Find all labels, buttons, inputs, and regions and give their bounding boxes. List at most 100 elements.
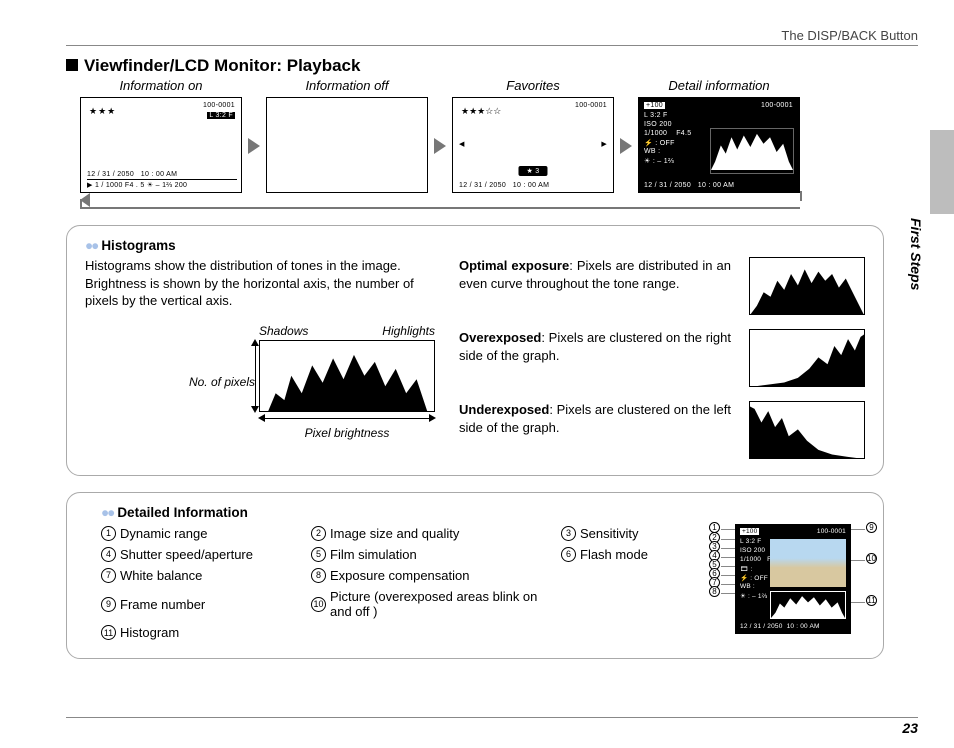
label-bold: Overexposed	[459, 330, 541, 345]
nav-right-icon: ▶	[601, 140, 607, 148]
ec-text: ☀ : – 1⅔	[644, 157, 674, 165]
mode-badge: L 3:2 F	[207, 112, 235, 119]
circled-number-icon: 2	[311, 526, 326, 541]
flash-text: ⚡ : OFF	[740, 574, 768, 582]
mode-text: L 3:2 F	[644, 112, 668, 119]
bubble-icon: ●●	[101, 505, 113, 520]
picture-preview	[770, 539, 846, 587]
panel-heading: ●●Histograms	[85, 238, 865, 253]
side-tab: First Steps	[908, 218, 924, 290]
shadows-label: Shadows	[259, 324, 308, 338]
ec-text: ☀ : – 1⅔	[740, 592, 767, 600]
list-item: 8 Exposure compensation	[311, 566, 561, 584]
histogram-box	[259, 340, 435, 412]
frame-number: 100-0001	[203, 102, 235, 109]
list-item: 4 Shutter speed/aperture	[101, 545, 311, 563]
list-item-label: Film simulation	[330, 547, 417, 562]
rating-stars: ★★★☆☆	[461, 106, 501, 117]
list-item-label: Frame number	[120, 597, 205, 612]
list-item-label: Picture (overexposed areas blink on and …	[330, 589, 561, 619]
horizontal-arrow-icon	[259, 414, 435, 422]
screen-label: Detail information	[668, 78, 769, 93]
screen-favorites: Favorites ★★★☆☆ 100-0001 ◀ ▶ ★ 3 12 / 31…	[452, 78, 614, 193]
list-item-label: Exposure compensation	[330, 568, 469, 583]
date-text: 12 / 31 / 2050 10 : 00 AM	[87, 171, 177, 178]
circled-number-icon: 8	[311, 568, 326, 583]
detailed-list: 1 Dynamic range 2 Image size and quality 3Se…	[101, 524, 711, 642]
list-item: 3Sensitivity	[561, 524, 711, 542]
circled-number-icon: 3	[561, 526, 576, 541]
screen-thumbnail: ★★★☆☆ 100-0001 ◀ ▶ ★ 3 12 / 31 / 2050 10…	[452, 97, 614, 193]
list-item-label: Dynamic range	[120, 526, 207, 541]
circled-number-icon: 9	[101, 597, 116, 612]
histogram-under-icon	[749, 401, 865, 459]
screen-detail: Detail information +100 100-0001 L 3:2 F…	[638, 78, 800, 193]
list-item: 1 Dynamic range	[101, 524, 311, 542]
list-item: 11Histogram	[101, 624, 311, 642]
arrow-right-icon	[248, 138, 260, 154]
film-sim: 🎞 :	[740, 565, 752, 573]
screen-label: Information off	[305, 78, 388, 93]
return-arrow	[80, 199, 800, 209]
arrow-right-icon	[434, 138, 446, 154]
date-text: 12 / 31 / 2050 10 : 00 AM	[644, 182, 734, 189]
bottom-info: ▶ 1 / 1000 F4 . 5 ☀ – 1⅔ 200	[87, 179, 237, 189]
histogram-examples: Optimal exposure: Pixels are distributed…	[459, 257, 865, 459]
circled-number-icon: 6	[561, 547, 576, 562]
screen-thumbnail: ★★★ 100-0001 L 3:2 F 12 / 31 / 2050 10 :…	[80, 97, 242, 193]
wb-text: WB :	[740, 583, 755, 590]
y-axis-label: No. of pixels	[189, 375, 255, 389]
iso-text: ISO 200	[740, 547, 765, 554]
list-item	[561, 588, 711, 621]
circled-number-icon: 4	[101, 547, 116, 562]
mode-text: L 3:2 F	[740, 538, 761, 545]
screen-info-on: Information on ★★★ 100-0001 L 3:2 F 12 /…	[80, 78, 242, 193]
list-item-label: Image size and quality	[330, 526, 459, 541]
list-item-label: White balance	[120, 568, 202, 583]
circled-number-icon: 1	[101, 526, 116, 541]
list-item-label: Flash mode	[580, 547, 648, 562]
screen-thumbnail: +100 100-0001 L 3:2 F ISO 200 1/1000 F4.…	[638, 97, 800, 193]
histogram-mini	[710, 128, 794, 174]
list-item	[561, 624, 711, 642]
histogram-mini	[770, 591, 846, 619]
label-bold: Underexposed	[459, 402, 549, 417]
shutter-aperture: 1/1000 F4.5	[644, 130, 691, 137]
header-right: The DISP/BACK Button	[66, 28, 918, 46]
list-item	[311, 624, 561, 642]
detail-screen: +100 100-0001 L 3:2 F ISO 200 1/1000 F4.…	[735, 524, 851, 634]
dr-badge: +100	[740, 528, 759, 535]
frame-number: 100-0001	[575, 102, 607, 109]
x-axis-label: Pixel brightness	[259, 426, 435, 440]
panel-heading: ●●Detailed Information	[101, 505, 865, 520]
example-overexposed: Overexposed: Pixels are clustered on the…	[459, 329, 865, 387]
list-item-label: Shutter speed/aperture	[120, 547, 253, 562]
circled-number-icon: 5	[311, 547, 326, 562]
list-item: 9 Frame number	[101, 588, 311, 621]
iso-text: ISO 200	[644, 121, 672, 128]
arrow-right-icon	[620, 138, 632, 154]
histogram-optimal-icon	[749, 257, 865, 315]
side-gray-bar	[930, 130, 954, 214]
wb-text: WB :	[644, 148, 660, 155]
panel-histograms: ●●Histograms Histograms show the distrib…	[66, 225, 884, 476]
screen-label: Favorites	[506, 78, 559, 93]
frame-number: 100-0001	[817, 528, 846, 535]
list-item: 2 Image size and quality	[311, 524, 561, 542]
circled-number-icon: 7	[101, 568, 116, 583]
nav-left-icon: ◀	[459, 140, 465, 148]
screen-label: Information on	[119, 78, 202, 93]
top-axis-labels: Shadows Highlights	[259, 324, 435, 338]
example-underexposed: Underexposed: Pixels are clustered on th…	[459, 401, 865, 459]
histogram-over-icon	[749, 329, 865, 387]
page-number: 23	[66, 717, 918, 736]
section-title-text: Viewfinder/LCD Monitor: Playback	[84, 56, 360, 75]
flash-text: ⚡ : OFF	[644, 139, 675, 147]
panel-detailed-info: ●●Detailed Information 1 Dynamic range 2 Im…	[66, 492, 884, 659]
dr-badge: +100	[644, 102, 665, 109]
date-text: 12 / 31 / 2050 10 : 00 AM	[740, 623, 820, 630]
histogram-explain-left: Histograms show the distribution of tone…	[85, 257, 435, 459]
label-bold: Optimal exposure	[459, 258, 569, 273]
frame-number: 100-0001	[761, 102, 793, 109]
screen-thumbnail	[266, 97, 428, 193]
